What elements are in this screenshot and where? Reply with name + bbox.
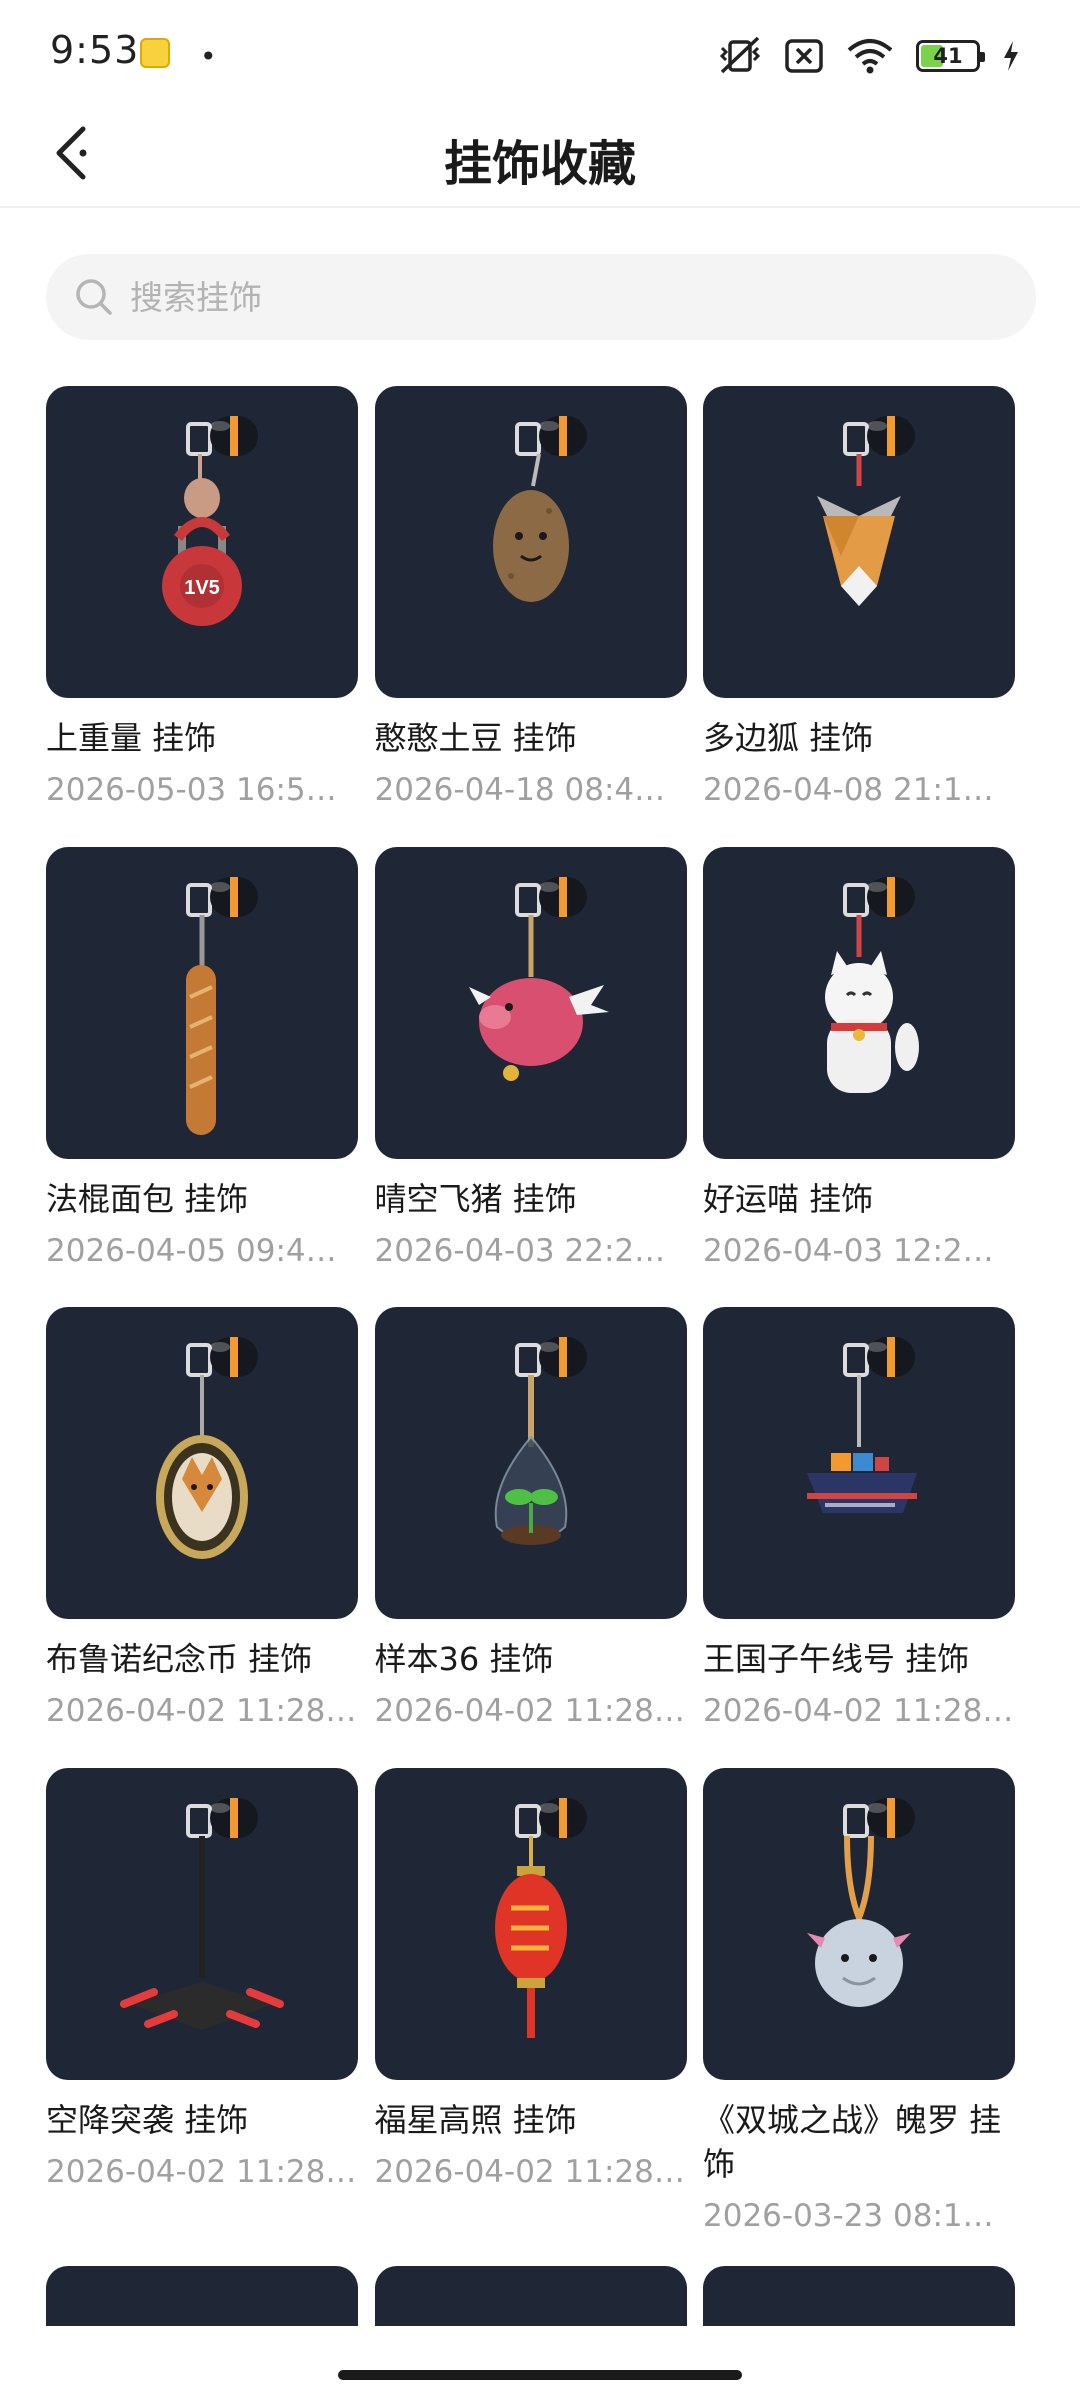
charm-thumbnail[interactable]: 1V5 [46,386,358,698]
charm-name: 布鲁诺纪念币 挂饰 [46,1640,313,1678]
home-indicator[interactable] [338,2370,742,2380]
coin-charm-icon [156,1337,258,1559]
charm-date: 2026-04-02 11:28… [46,1693,357,1729]
charm-card[interactable]: 1V5 上重量 挂饰 2026-05-03 16:5… [46,386,358,810]
charm-name: 《双城之战》魄罗 挂饰 [703,2100,1002,2183]
lucky-cat-charm-icon [825,876,919,1093]
poro-charm-icon [807,1797,915,2007]
search-icon [76,279,112,315]
battery-icon: 41 [916,40,985,72]
charm-card[interactable]: 法棍面包 挂饰 2026-04-05 09:4… [46,846,358,1271]
charm-date: 2026-05-03 16:5… [46,772,337,808]
charm-date: 2026-04-05 09:4… [46,1232,337,1269]
charm-card-partial[interactable] [374,2266,687,2326]
page-title: 挂饰收藏 [443,136,636,192]
charm-thumbnail[interactable] [374,1307,687,1619]
charging-icon [1004,41,1018,71]
charm-name: 法棍面包 挂饰 [46,1179,249,1218]
charm-date: 2026-04-02 11:28… [46,2153,357,2190]
status-time: 9:53 [50,28,140,72]
charm-thumbnail[interactable] [703,2266,1015,2326]
charm-name: 晴空飞猪 挂饰 [374,1179,577,1218]
battery-percent: 41 [933,44,963,68]
charm-thumbnail[interactable] [46,1767,358,2080]
charm-card[interactable]: 憨憨土豆 挂饰 2026-04-18 08:4… [374,386,687,810]
charm-name: 憨憨土豆 挂饰 [374,719,577,757]
drone-charm-icon [120,1797,284,2030]
flying-pig-charm-icon [468,876,609,1081]
sim-off-icon [785,39,823,73]
charm-name: 上重量 挂饰 [46,719,217,757]
charm-card[interactable]: 多边狐 挂饰 2026-04-08 21:1… [703,386,1015,810]
search-input[interactable] [130,277,930,317]
charm-thumbnail[interactable] [703,1767,1015,2080]
charm-card[interactable]: 王国子午线号 挂饰 2026-04-02 11:28… [703,1307,1015,1731]
charm-date: 2026-04-03 22:2… [374,1232,666,1269]
charm-thumbnail[interactable] [46,846,358,1159]
charm-date: 2026-03-23 08:1… [703,2197,994,2234]
charm-thumbnail[interactable] [46,2266,358,2326]
charm-date: 2026-04-02 11:28… [703,1693,1014,1729]
charm-thumbnail[interactable] [374,386,687,698]
charm-thumbnail[interactable] [374,846,687,1159]
potato-charm-icon [492,416,587,602]
kettlebell-charm-icon: 1V5 [162,416,258,626]
notification-dot: • [200,40,217,73]
charm-card-partial[interactable] [703,2266,1015,2326]
charm-card[interactable]: 福星高照 挂饰 2026-04-02 11:28… [374,1767,687,2192]
charm-name: 好运喵 挂饰 [703,1179,874,1218]
app-header: 挂饰收藏 [0,100,1080,208]
charm-date: 2026-04-08 21:1… [703,772,994,808]
charm-thumbnail[interactable] [703,1307,1015,1619]
charm-card[interactable]: 空降突袭 挂饰 2026-04-02 11:28… [46,1767,358,2192]
charm-thumbnail[interactable] [703,846,1015,1159]
status-icons: 41 [718,36,1020,76]
charm-card-partial[interactable] [46,2266,358,2326]
search-bar[interactable] [46,254,1036,340]
charm-card[interactable]: 布鲁诺纪念币 挂饰 2026-04-02 11:28… [46,1307,358,1731]
charm-thumbnail[interactable] [703,386,1015,698]
app-notification-icon [140,38,170,68]
charm-card[interactable]: 晴空飞猪 挂饰 2026-04-03 22:2… [374,846,687,1271]
lantern-charm-icon [494,1797,587,2038]
charm-thumbnail[interactable] [46,1307,358,1619]
ship-charm-icon [807,1337,917,1513]
status-bar: 9:53 • 41 [0,0,1080,100]
svg-text:1V5: 1V5 [184,577,220,599]
charm-date: 2026-04-02 11:28… [374,1693,685,1729]
charm-name: 多边狐 挂饰 [703,719,874,757]
baguette-charm-icon [186,876,258,1135]
charm-date: 2026-04-02 11:28… [374,2153,685,2190]
vibrate-off-icon [719,36,761,74]
charm-date: 2026-04-18 08:4… [374,772,666,808]
charm-name: 王国子午线号 挂饰 [703,1640,970,1678]
charm-thumbnail[interactable] [374,1767,687,2080]
charm-thumbnail[interactable] [374,2266,687,2326]
charm-card[interactable]: 好运喵 挂饰 2026-04-03 12:2… [703,846,1015,1271]
charm-card[interactable]: 《双城之战》魄罗 挂饰 2026-03-23 08:1… [703,1767,1015,2236]
charm-name: 空降突袭 挂饰 [46,2100,249,2139]
charm-card[interactable]: 样本36 挂饰 2026-04-02 11:28… [374,1307,687,1731]
terrarium-charm-icon [494,1337,587,1545]
fox-charm-icon [817,416,915,606]
charm-name: 样本36 挂饰 [374,1640,554,1678]
charm-date: 2026-04-03 12:2… [703,1232,994,1269]
wifi-icon [847,39,893,74]
charm-name: 福星高照 挂饰 [374,2100,577,2139]
